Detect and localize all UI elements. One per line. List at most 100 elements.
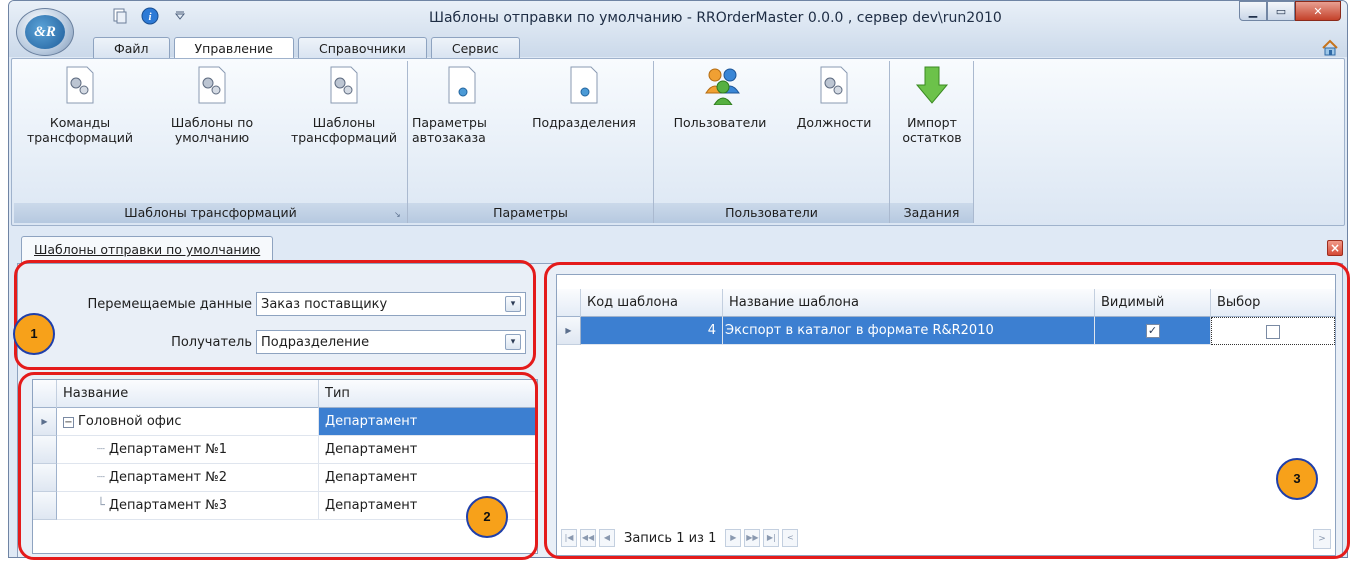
- tree-row-type[interactable]: Департамент: [319, 408, 537, 436]
- import-stock-label: Импорт остатков: [902, 115, 962, 145]
- users-icon: [703, 65, 740, 106]
- template-visible-cell[interactable]: ✓: [1095, 317, 1211, 345]
- prev-page-icon[interactable]: ◀◀: [580, 529, 596, 547]
- row-indicator[interactable]: [33, 492, 57, 520]
- tree-row-name[interactable]: ┈ Департамент №1: [57, 436, 319, 464]
- receiver-row: Получатель Подразделение ▾: [20, 330, 526, 354]
- tree-row-name[interactable]: ┈ Департамент №2: [57, 464, 319, 492]
- app-menu-button[interactable]: &R: [16, 8, 74, 56]
- scroll-left-icon[interactable]: <: [782, 529, 799, 547]
- gear-document-icon: [63, 65, 97, 105]
- gear-document-icon: [327, 65, 361, 105]
- tree-row-type[interactable]: Департамент: [319, 436, 537, 464]
- last-record-icon[interactable]: ▶|: [763, 529, 780, 547]
- info-icon[interactable]: i: [141, 7, 159, 25]
- collapse-icon[interactable]: −: [63, 417, 74, 428]
- ribbon-panel: Команды трансформаций Шаблоны по умолчан…: [11, 58, 1345, 226]
- receiver-select[interactable]: Подразделение ▾: [256, 330, 526, 354]
- annotation-badge-3: 3: [1276, 458, 1318, 500]
- scroll-right-icon[interactable]: >: [1313, 529, 1331, 549]
- departments-button[interactable]: Подразделения: [518, 65, 650, 130]
- chevron-down-icon[interactable]: ▾: [505, 334, 521, 350]
- moved-data-value: Заказ поставщику: [261, 296, 388, 312]
- home-icon[interactable]: [1321, 39, 1339, 57]
- close-document-icon[interactable]: ×: [1327, 240, 1343, 256]
- departments-tree-grid: Название Тип ▶ − Головной офис Департамен…: [32, 379, 538, 554]
- window-controls: ▁ ▭ ✕: [1239, 1, 1341, 21]
- gear-document-icon: [817, 65, 851, 105]
- document-area: Шаблоны отправки по умолчанию × Перемеща…: [11, 230, 1345, 557]
- template-choice-cell[interactable]: [1211, 317, 1335, 345]
- positions-button[interactable]: Должности: [784, 65, 884, 130]
- column-header-choice[interactable]: Выбор: [1211, 289, 1335, 317]
- tree-row-type[interactable]: Департамент: [319, 464, 537, 492]
- ribbon-group-tasks: Импорт остатков Задания: [890, 61, 974, 223]
- row-indicator[interactable]: [33, 464, 57, 492]
- minimize-button[interactable]: ▁: [1239, 1, 1267, 21]
- column-header-name[interactable]: Название: [57, 380, 319, 408]
- tree-node-label: Департамент №2: [108, 470, 228, 485]
- tree-node-label: Департамент №3: [108, 498, 228, 513]
- tree-node-label: Департамент №1: [108, 442, 228, 457]
- tree-row-name[interactable]: └ Департамент №3: [57, 492, 319, 520]
- ribbon-group-users: Пользователи Должности Пользователи: [654, 61, 890, 223]
- tree-row-name[interactable]: − Головной офис: [57, 408, 319, 436]
- departments-label: Подразделения: [532, 115, 636, 130]
- users-button[interactable]: Пользователи: [658, 65, 782, 130]
- next-page-icon[interactable]: ▶▶: [744, 529, 761, 547]
- close-button[interactable]: ✕: [1295, 1, 1341, 21]
- moved-data-row: Перемещаемые данные Заказ поставщику ▾: [20, 292, 526, 316]
- tab-file[interactable]: Файл: [93, 37, 170, 59]
- maximize-button[interactable]: ▭: [1267, 1, 1295, 21]
- receiver-value: Подразделение: [261, 334, 370, 350]
- tree-connector: ┈: [97, 442, 105, 457]
- row-indicator-icon[interactable]: ▶: [557, 317, 581, 345]
- autoorder-params-button[interactable]: Параметры автозаказа: [412, 65, 512, 145]
- column-header-code[interactable]: Код шаблона: [581, 289, 723, 317]
- default-templates-label: Шаблоны по умолчанию: [170, 115, 254, 145]
- ribbon-group-label: Пользователи: [654, 203, 889, 223]
- autoorder-params-label: Параметры автозаказа: [412, 115, 487, 145]
- default-templates-button[interactable]: Шаблоны по умолчанию: [152, 65, 272, 145]
- window-title: Шаблоны отправки по умолчанию - RROrderM…: [429, 10, 1002, 26]
- header-corner: [557, 289, 581, 317]
- prev-record-icon[interactable]: ◀: [599, 529, 615, 547]
- title-bar: &R i Шаблоны отправки по умолчанию - RRO…: [9, 1, 1347, 61]
- users-label: Пользователи: [673, 115, 767, 130]
- app-logo: &R: [25, 15, 65, 49]
- visible-checkbox[interactable]: ✓: [1145, 323, 1160, 338]
- column-header-visible[interactable]: Видимый: [1095, 289, 1211, 317]
- annotation-badge-1: 1: [13, 313, 55, 355]
- tab-references[interactable]: Справочники: [297, 37, 427, 59]
- customize-toolbar-icon[interactable]: [171, 7, 189, 25]
- transform-commands-button[interactable]: Команды трансформаций: [20, 65, 140, 145]
- row-indicator-icon[interactable]: ▶: [33, 408, 57, 436]
- transform-templates-label: Шаблоны трансформаций: [290, 115, 398, 145]
- header-corner: [33, 380, 57, 408]
- dialog-launcher-icon[interactable]: ↘: [394, 210, 403, 219]
- column-header-template-name[interactable]: Название шаблона: [723, 289, 1095, 317]
- tab-default-send-templates[interactable]: Шаблоны отправки по умолчанию: [21, 236, 274, 263]
- template-name-cell[interactable]: Экспорт в каталог в формате R&R2010: [723, 317, 1095, 345]
- choice-checkbox[interactable]: [1266, 324, 1280, 339]
- transform-templates-button[interactable]: Шаблоны трансформаций: [282, 65, 406, 145]
- first-record-icon[interactable]: |◀: [561, 529, 577, 547]
- record-counter: Запись 1 из 1: [624, 530, 717, 546]
- ribbon-group-parameters: Параметры автозаказа Подразделения Парам…: [408, 61, 654, 223]
- record-navigator: |◀ ◀◀ ◀ Запись 1 из 1 ▶ ▶▶ ▶| <: [561, 527, 799, 549]
- copy-icon[interactable]: [111, 7, 129, 25]
- positions-label: Должности: [796, 115, 872, 130]
- templates-grid-header: Код шаблона Название шаблона Видимый Выб…: [557, 289, 1335, 317]
- column-header-type[interactable]: Тип: [319, 380, 537, 408]
- tab-service[interactable]: Сервис: [430, 37, 520, 59]
- filter-panel: Перемещаемые данные Заказ поставщику ▾ П…: [26, 278, 536, 378]
- template-code-cell[interactable]: 4: [581, 317, 723, 345]
- import-stock-button[interactable]: Импорт остатков: [892, 65, 972, 145]
- chevron-down-icon[interactable]: ▾: [505, 296, 521, 312]
- next-record-icon[interactable]: ▶: [725, 529, 742, 547]
- receiver-label: Получатель: [171, 334, 252, 350]
- app-window: &R i Шаблоны отправки по умолчанию - RRO…: [8, 0, 1348, 558]
- row-indicator[interactable]: [33, 436, 57, 464]
- moved-data-select[interactable]: Заказ поставщику ▾: [256, 292, 526, 316]
- moved-data-label: Перемещаемые данные: [87, 296, 252, 312]
